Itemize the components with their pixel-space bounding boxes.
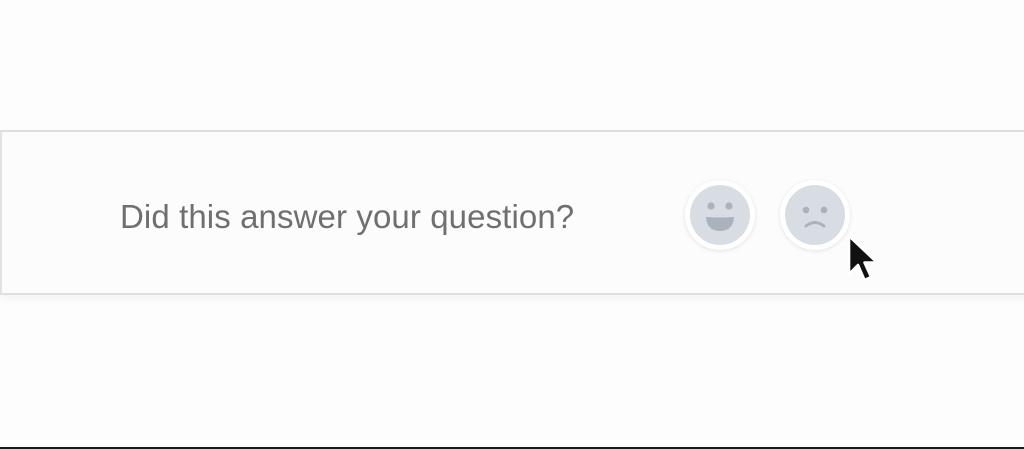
happy-face-icon	[689, 184, 751, 246]
feedback-question: Did this answer your question?	[120, 198, 575, 235]
happy-reaction-button[interactable]	[685, 180, 755, 250]
page-background: Did this answer your question?	[0, 0, 1024, 447]
sad-face-icon	[784, 184, 846, 246]
article-feedback-bar: Did this answer your question?	[0, 130, 1024, 295]
sad-reaction-button[interactable]	[780, 180, 850, 250]
